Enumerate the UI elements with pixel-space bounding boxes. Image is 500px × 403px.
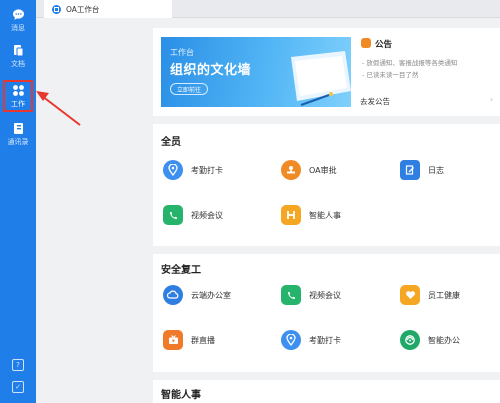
tab-bar: OA工作台 <box>36 0 500 18</box>
help-icon[interactable]: ? <box>12 359 24 371</box>
app-label: 智能办公 <box>428 335 460 345</box>
app-label: 视频会议 <box>309 290 341 300</box>
heart-icon <box>400 285 420 305</box>
post-notice-link[interactable]: 去发公告 <box>360 96 390 107</box>
app-attendance[interactable]: 考勤打卡 <box>281 330 341 350</box>
sidebar-item-label: 工作 <box>11 99 25 108</box>
app-label: OA审批 <box>309 165 337 175</box>
app-video-meeting[interactable]: 视频会议 <box>163 205 223 225</box>
sidebar-item-contacts[interactable]: 通讯录 <box>0 118 36 150</box>
contacts-icon <box>12 122 25 135</box>
app-oa-approval[interactable]: OA审批 <box>281 160 337 180</box>
stamp-icon <box>281 160 301 180</box>
app-label: 员工健康 <box>428 290 460 300</box>
document-icon <box>12 44 25 57</box>
tab-label: OA工作台 <box>66 4 100 14</box>
cloud-office-icon <box>163 285 183 305</box>
sidebar-item-messages[interactable]: 消息 <box>0 4 36 36</box>
app-logo-icon <box>52 4 61 14</box>
section-title: 全员 <box>161 137 181 148</box>
app-cloud-office[interactable]: 云端办公室 <box>163 285 231 305</box>
app-label: 智能人事 <box>309 210 341 220</box>
sidebar-item-documents[interactable]: 文档 <box>0 40 36 72</box>
smart-office-icon <box>400 330 420 350</box>
video-call-icon <box>281 285 301 305</box>
location-icon <box>163 160 183 180</box>
app-video-meeting[interactable]: 视频会议 <box>281 285 341 305</box>
section-all-staff <box>153 124 500 246</box>
log-icon <box>400 160 420 180</box>
culture-wall-banner[interactable]: 工作台 组织的文化墙 立即前往 <box>161 37 351 107</box>
grid-icon <box>12 84 25 97</box>
sidebar-item-label: 消息 <box>11 23 25 32</box>
sidebar-item-work[interactable]: 工作 <box>3 80 33 112</box>
section-title: 安全复工 <box>161 265 201 276</box>
sidebar-item-label: 通讯录 <box>7 137 29 146</box>
go-now-button[interactable]: 立即前往 <box>170 83 208 95</box>
banner-subtitle: 工作台 <box>170 48 194 57</box>
tab-oa-workbench[interactable]: OA工作台 <box>44 0 172 18</box>
tablet-illustration-icon <box>291 51 351 106</box>
chat-icon <box>12 8 25 21</box>
app-label: 考勤打卡 <box>191 165 223 175</box>
hr-icon <box>281 205 301 225</box>
app-employee-health[interactable]: 员工健康 <box>400 285 460 305</box>
left-sidebar: 消息 文档 工作 通讯录 ? ✓ <box>0 0 36 403</box>
app-smart-office[interactable]: 智能办公 <box>400 330 460 350</box>
app-label: 考勤打卡 <box>309 335 341 345</box>
app-log[interactable]: 日志 <box>400 160 444 180</box>
app-smart-hr[interactable]: 智能人事 <box>281 205 341 225</box>
app-label: 云端办公室 <box>191 290 231 300</box>
notice-title: 公告 <box>375 40 393 50</box>
app-label: 视频会议 <box>191 210 223 220</box>
chevron-right-icon[interactable]: › <box>490 95 493 104</box>
banner-title: 组织的文化墙 <box>170 63 252 78</box>
section-smart-hr <box>153 380 500 403</box>
sidebar-item-label: 文档 <box>11 59 25 68</box>
app-attendance[interactable]: 考勤打卡 <box>163 160 223 180</box>
megaphone-icon <box>361 38 371 48</box>
notice-line: - 已读未读一目了然 <box>362 71 419 79</box>
checkbox-icon[interactable]: ✓ <box>12 381 24 393</box>
location-icon <box>281 330 301 350</box>
live-icon <box>163 330 183 350</box>
section-title: 智能人事 <box>161 390 201 401</box>
video-call-icon <box>163 205 183 225</box>
app-group-live[interactable]: 群直播 <box>163 330 215 350</box>
notice-line: - 放假通知、客报战报等各类通知 <box>362 59 458 67</box>
app-label: 日志 <box>428 165 444 175</box>
app-label: 群直播 <box>191 335 215 345</box>
section-safe-return <box>153 254 500 372</box>
